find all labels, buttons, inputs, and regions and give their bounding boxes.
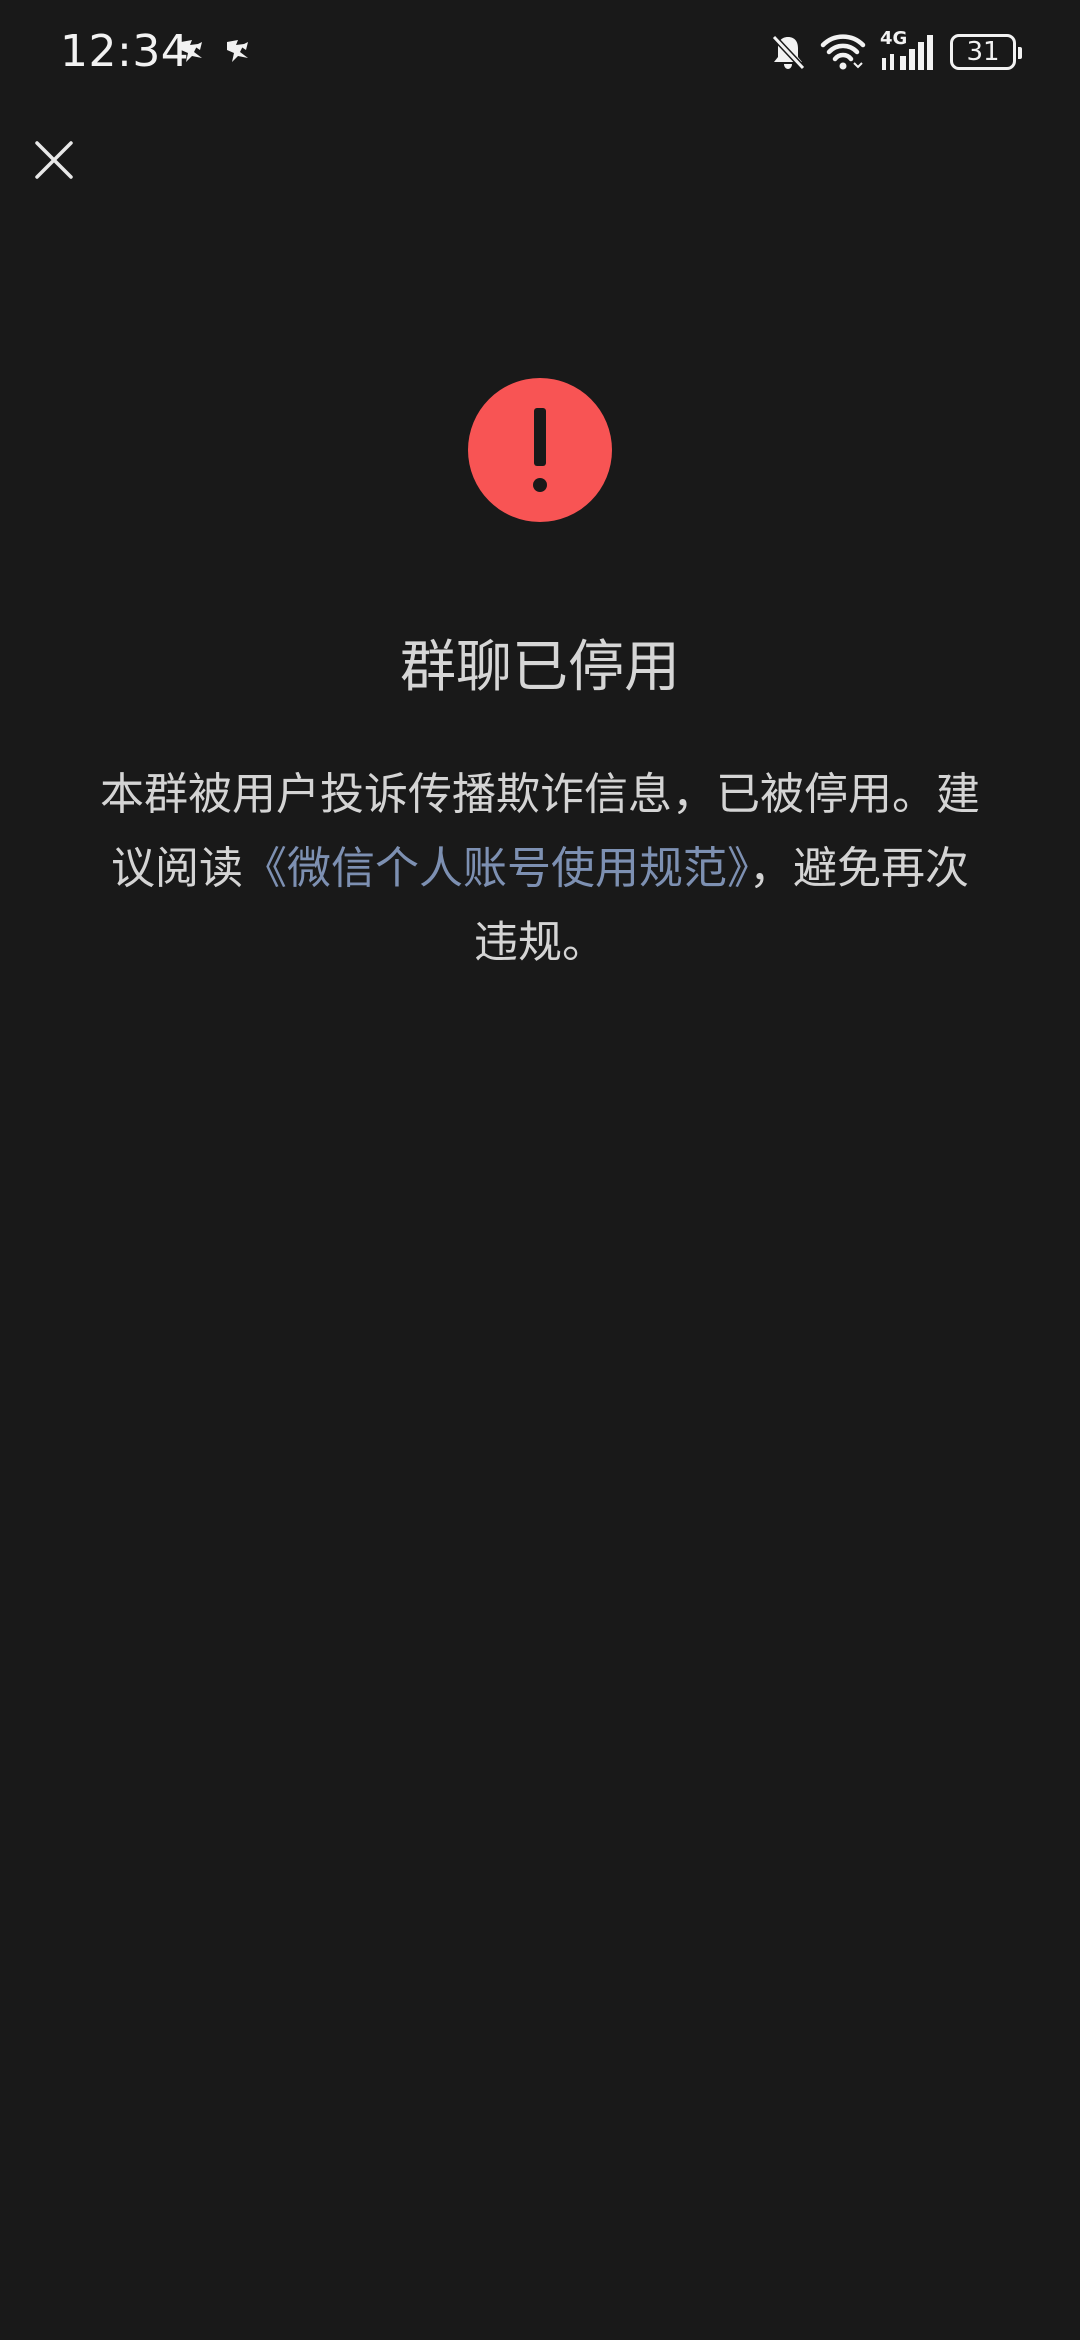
bell-muted-icon bbox=[771, 34, 806, 71]
page-title: 群聊已停用 bbox=[400, 635, 680, 700]
wifi-icon bbox=[820, 34, 866, 70]
status-icons: 4G 31 bbox=[770, 28, 1022, 74]
notification-app-icon bbox=[181, 40, 202, 62]
close-button[interactable] bbox=[24, 130, 84, 190]
close-icon bbox=[35, 141, 73, 179]
cellular-signal-icon: 4G bbox=[880, 28, 936, 72]
exclamation-circle-icon bbox=[468, 378, 612, 522]
status-time: 12:34 bbox=[60, 26, 190, 77]
battery-icon: 31 bbox=[950, 34, 1022, 70]
battery-level: 31 bbox=[966, 37, 1000, 67]
policy-link[interactable]: 《微信个人账号使用规范》 bbox=[243, 843, 749, 894]
description: 本群被用户投诉传播欺诈信息，已被停用。建议阅读《微信个人账号使用规范》，避免再次… bbox=[90, 758, 990, 980]
notification-app-icon bbox=[227, 40, 248, 62]
status-bar: 12:34 4G 31 bbox=[0, 0, 1080, 104]
